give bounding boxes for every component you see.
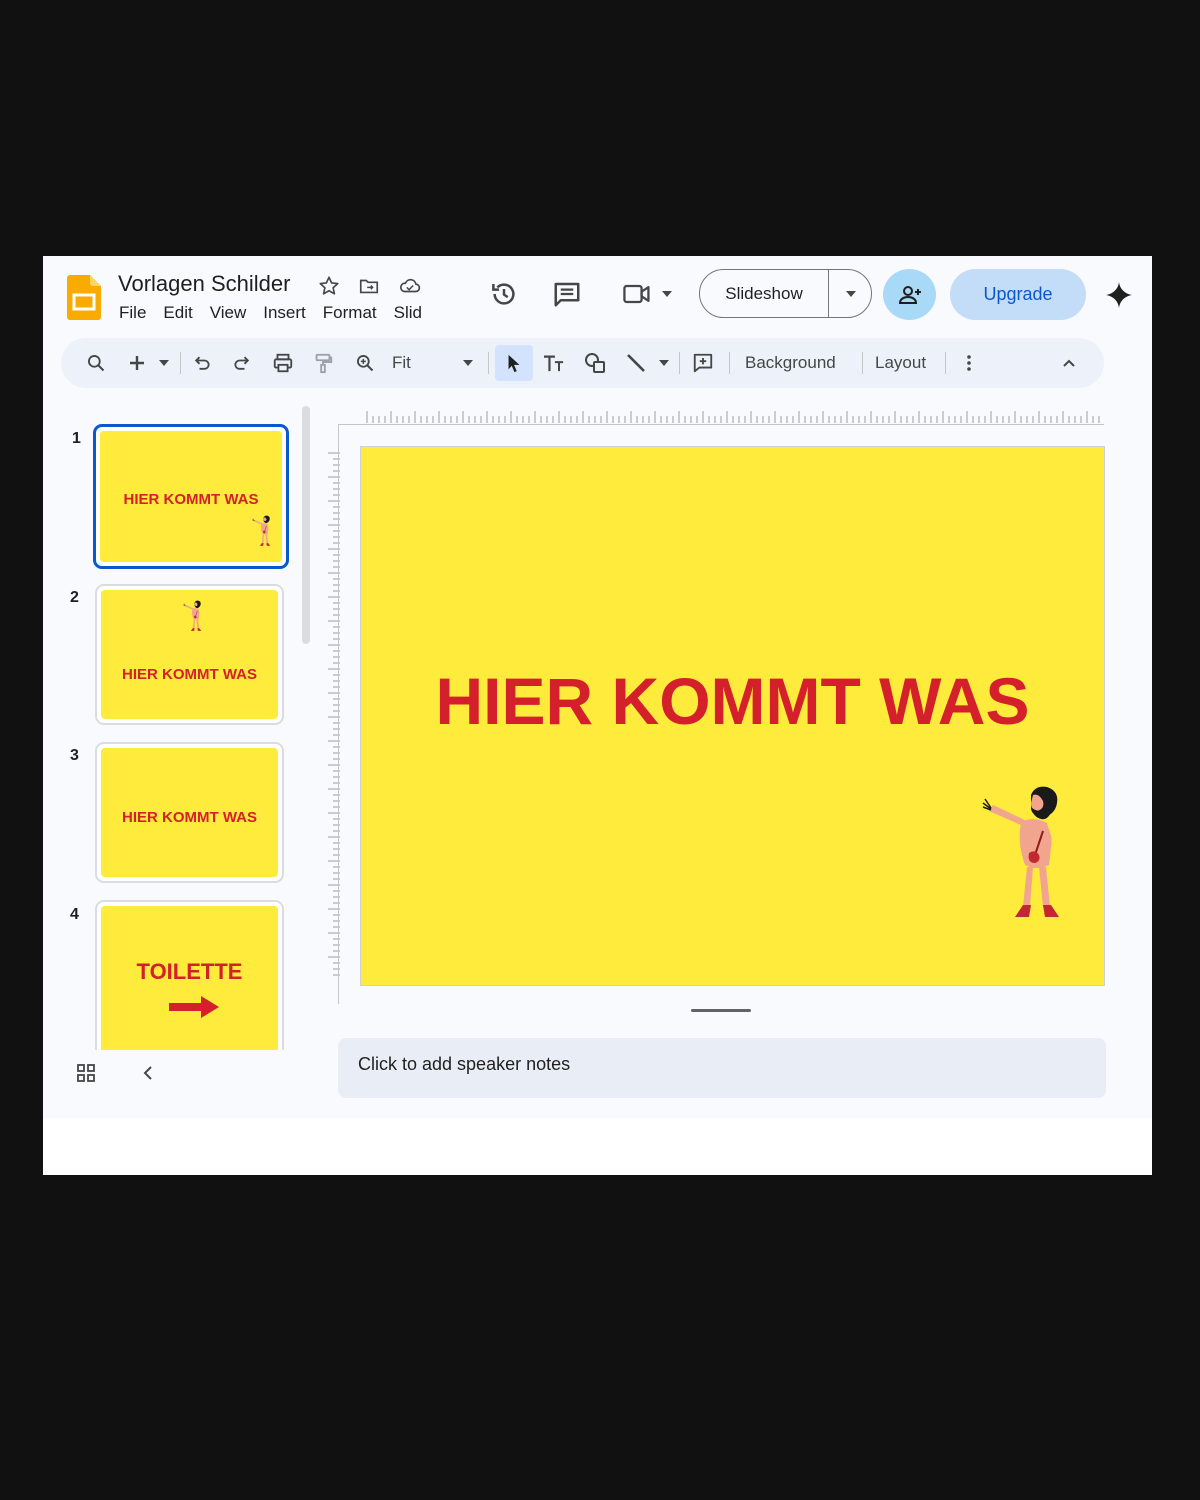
zoom-select[interactable]: Fit: [392, 338, 411, 388]
zoom-icon[interactable]: [349, 338, 381, 388]
paint-format-icon[interactable]: [309, 338, 337, 388]
slide-number: 3: [70, 747, 79, 764]
zoom-dropdown-icon[interactable]: [457, 338, 479, 388]
pointing-man-figure: [252, 515, 271, 547]
collapse-toolbar-icon[interactable]: [1055, 338, 1083, 388]
horizontal-ruler[interactable]: [365, 409, 1105, 423]
canvas-edge: [338, 424, 339, 1004]
redo-icon[interactable]: [227, 338, 257, 388]
share-button[interactable]: [883, 269, 936, 320]
cloud-saved-icon[interactable]: [397, 274, 423, 298]
toolbar-divider: [488, 352, 489, 374]
meet-icon[interactable]: [619, 278, 655, 310]
filmstrip-scrollbar[interactable]: [302, 406, 310, 644]
canvas-edge: [338, 424, 1104, 425]
menu-format[interactable]: Format: [323, 303, 377, 322]
undo-icon[interactable]: [187, 338, 217, 388]
new-slide-dropdown-icon[interactable]: [153, 338, 175, 388]
upgrade-button[interactable]: Upgrade: [950, 269, 1086, 320]
slide-thumbnail-4[interactable]: TOILETTE: [95, 900, 284, 1050]
new-slide-icon[interactable]: [123, 338, 151, 388]
thumbnail-title: HIER KOMMT WAS: [123, 491, 259, 508]
thumbnail-title: TOILETTE: [136, 959, 243, 984]
collapse-filmstrip-icon[interactable]: [136, 1060, 160, 1086]
slide-thumbnail-1[interactable]: HIER KOMMT WAS: [93, 424, 289, 569]
menu-bar: File Edit View Insert Format Slid: [119, 303, 459, 323]
slide-number: 4: [70, 906, 79, 923]
add-person-icon: [898, 285, 921, 304]
document-title[interactable]: Vorlagen Schilder: [118, 271, 290, 297]
notes-resize-handle[interactable]: [691, 1009, 751, 1012]
print-icon[interactable]: [267, 338, 299, 388]
thumbnail-background: TOILETTE: [101, 906, 278, 1050]
toolbar-divider: [729, 352, 730, 374]
line-dropdown-icon[interactable]: [653, 338, 675, 388]
slide-title-text[interactable]: HIER KOMMT WAS: [361, 663, 1104, 739]
slideshow-label[interactable]: Slideshow: [700, 270, 828, 317]
speaker-notes-panel[interactable]: Click to add speaker notes: [338, 1038, 1106, 1098]
speaker-notes-placeholder[interactable]: Click to add speaker notes: [358, 1038, 570, 1090]
slideshow-button[interactable]: Slideshow: [699, 269, 872, 318]
star-icon[interactable]: [317, 274, 341, 298]
slide-canvas[interactable]: HIER KOMMT WAS: [360, 446, 1105, 986]
app-window: Vorlagen Schilder File Edit View Insert Form…: [43, 256, 1152, 1175]
select-cursor-icon[interactable]: [499, 338, 529, 388]
menu-slide[interactable]: Slid: [394, 303, 422, 322]
search-menus-icon[interactable]: [81, 338, 111, 388]
background-button[interactable]: Background: [745, 338, 836, 388]
toolbar-divider: [945, 352, 946, 374]
gemini-sparkle-icon[interactable]: [1104, 280, 1134, 310]
add-comment-icon[interactable]: [687, 338, 719, 388]
pointing-man-figure[interactable]: [981, 785, 1067, 921]
menu-view[interactable]: View: [210, 303, 247, 322]
thumbnail-title: HIER KOMMT WAS: [122, 666, 257, 683]
toolbar: Fit Background Layout: [61, 338, 1104, 388]
thumbnail-background: HIER KOMMT WAS: [101, 590, 278, 719]
thumbnail-title: HIER KOMMT WAS: [122, 809, 257, 826]
comments-icon[interactable]: [550, 278, 584, 310]
version-history-icon[interactable]: [487, 278, 521, 310]
toolbar-divider: [679, 352, 680, 374]
menu-insert[interactable]: Insert: [263, 303, 306, 322]
menu-file[interactable]: File: [119, 303, 146, 322]
arrow-right-icon: [169, 996, 219, 1018]
layout-button[interactable]: Layout: [875, 338, 926, 388]
menu-edit[interactable]: Edit: [163, 303, 192, 322]
line-icon[interactable]: [621, 338, 651, 388]
shape-icon[interactable]: [579, 338, 611, 388]
slide-number: 2: [70, 589, 79, 606]
slide-number: 1: [72, 430, 81, 447]
pointing-man-figure: [183, 600, 202, 632]
thumbnail-background: HIER KOMMT WAS: [101, 748, 278, 877]
slideshow-dropdown-icon[interactable]: [829, 270, 872, 317]
meet-dropdown-icon[interactable]: [659, 286, 675, 302]
slides-logo-icon[interactable]: [67, 275, 101, 320]
slides-app: Vorlagen Schilder File Edit View Insert Form…: [43, 256, 1152, 1118]
move-to-folder-icon[interactable]: [357, 274, 381, 298]
toolbar-divider: [180, 352, 181, 374]
toolbar-divider: [862, 352, 863, 374]
more-options-icon[interactable]: [957, 338, 981, 388]
grid-view-icon[interactable]: [73, 1060, 99, 1086]
slide-thumbnail-2[interactable]: HIER KOMMT WAS: [95, 584, 284, 725]
text-box-icon[interactable]: [539, 338, 569, 388]
slide-thumbnail-3[interactable]: HIER KOMMT WAS: [95, 742, 284, 883]
thumbnail-background: HIER KOMMT WAS: [100, 431, 282, 562]
